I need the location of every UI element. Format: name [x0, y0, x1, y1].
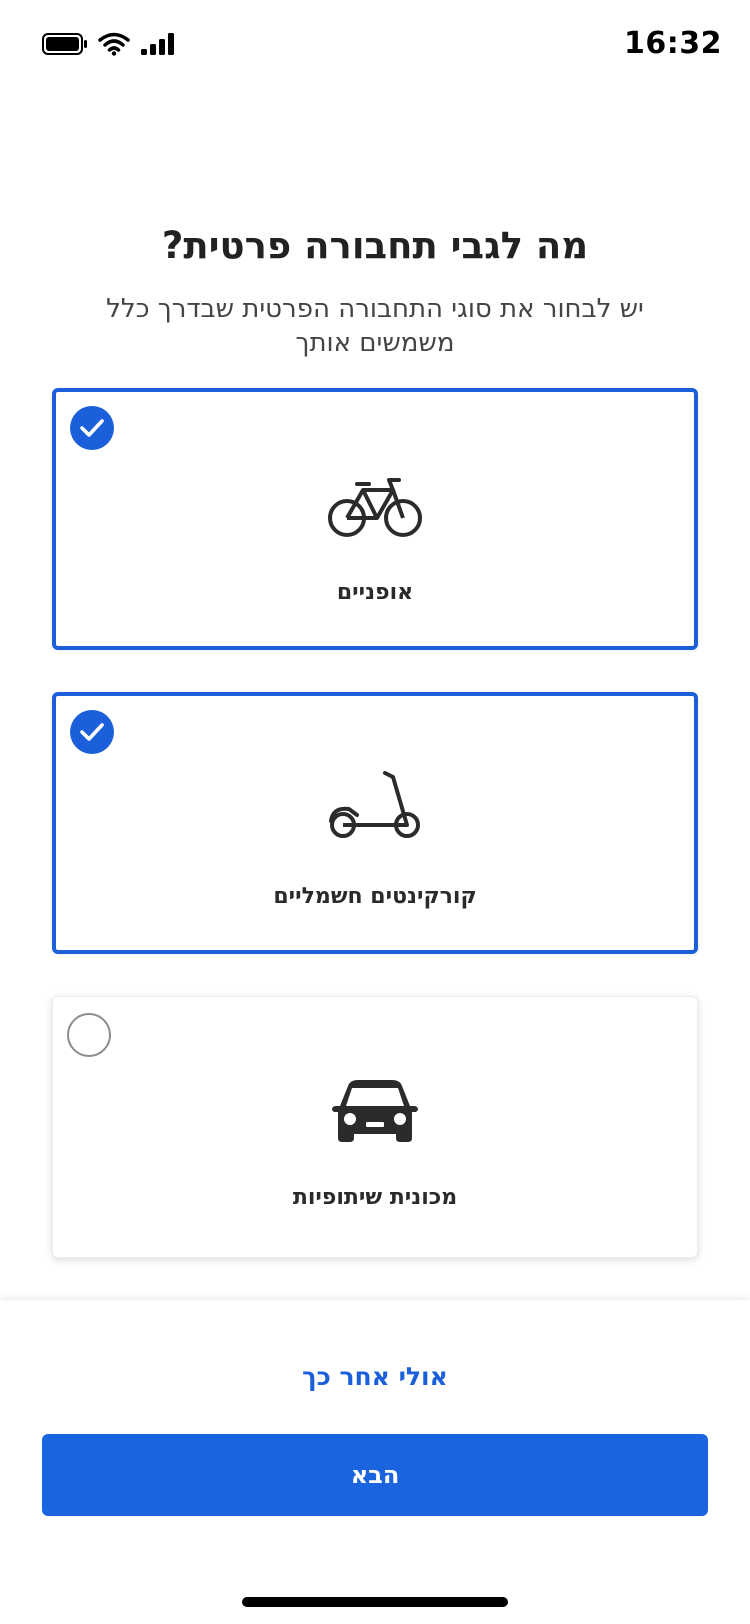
option-card-scooter[interactable]: קורקינטים חשמליים [52, 692, 698, 954]
bicycle-icon [325, 472, 425, 542]
option-label: אופניים [336, 580, 414, 605]
status-time: 16:32 [624, 26, 722, 61]
checkmark-icon[interactable] [70, 406, 114, 450]
unchecked-circle-icon[interactable] [67, 1013, 111, 1057]
cellular-signal-icon [140, 32, 176, 60]
status-bar: 16:32 [0, 0, 750, 92]
home-indicator [242, 1597, 508, 1607]
option-label: קורקינטים חשמליים [273, 884, 477, 909]
next-button[interactable]: הבא [42, 1434, 708, 1516]
option-card-car[interactable]: מכונית שיתופיות [52, 996, 698, 1258]
page-title: מה לגבי תחבורה פרטית? [161, 224, 589, 267]
car-icon [325, 1077, 425, 1147]
battery-icon [42, 33, 88, 59]
option-card-bicycle[interactable]: אופניים [52, 388, 698, 650]
maybe-later-link[interactable]: אולי אחר כך [0, 1362, 750, 1391]
checkmark-icon[interactable] [70, 710, 114, 754]
wifi-icon [98, 32, 130, 60]
option-label: מכונית שיתופיות [292, 1185, 458, 1210]
electric-scooter-icon [325, 770, 425, 840]
page-subtitle: יש לבחור את סוגי התחבורה הפרטית שבדרך כל… [106, 294, 644, 358]
status-icons [42, 32, 176, 60]
